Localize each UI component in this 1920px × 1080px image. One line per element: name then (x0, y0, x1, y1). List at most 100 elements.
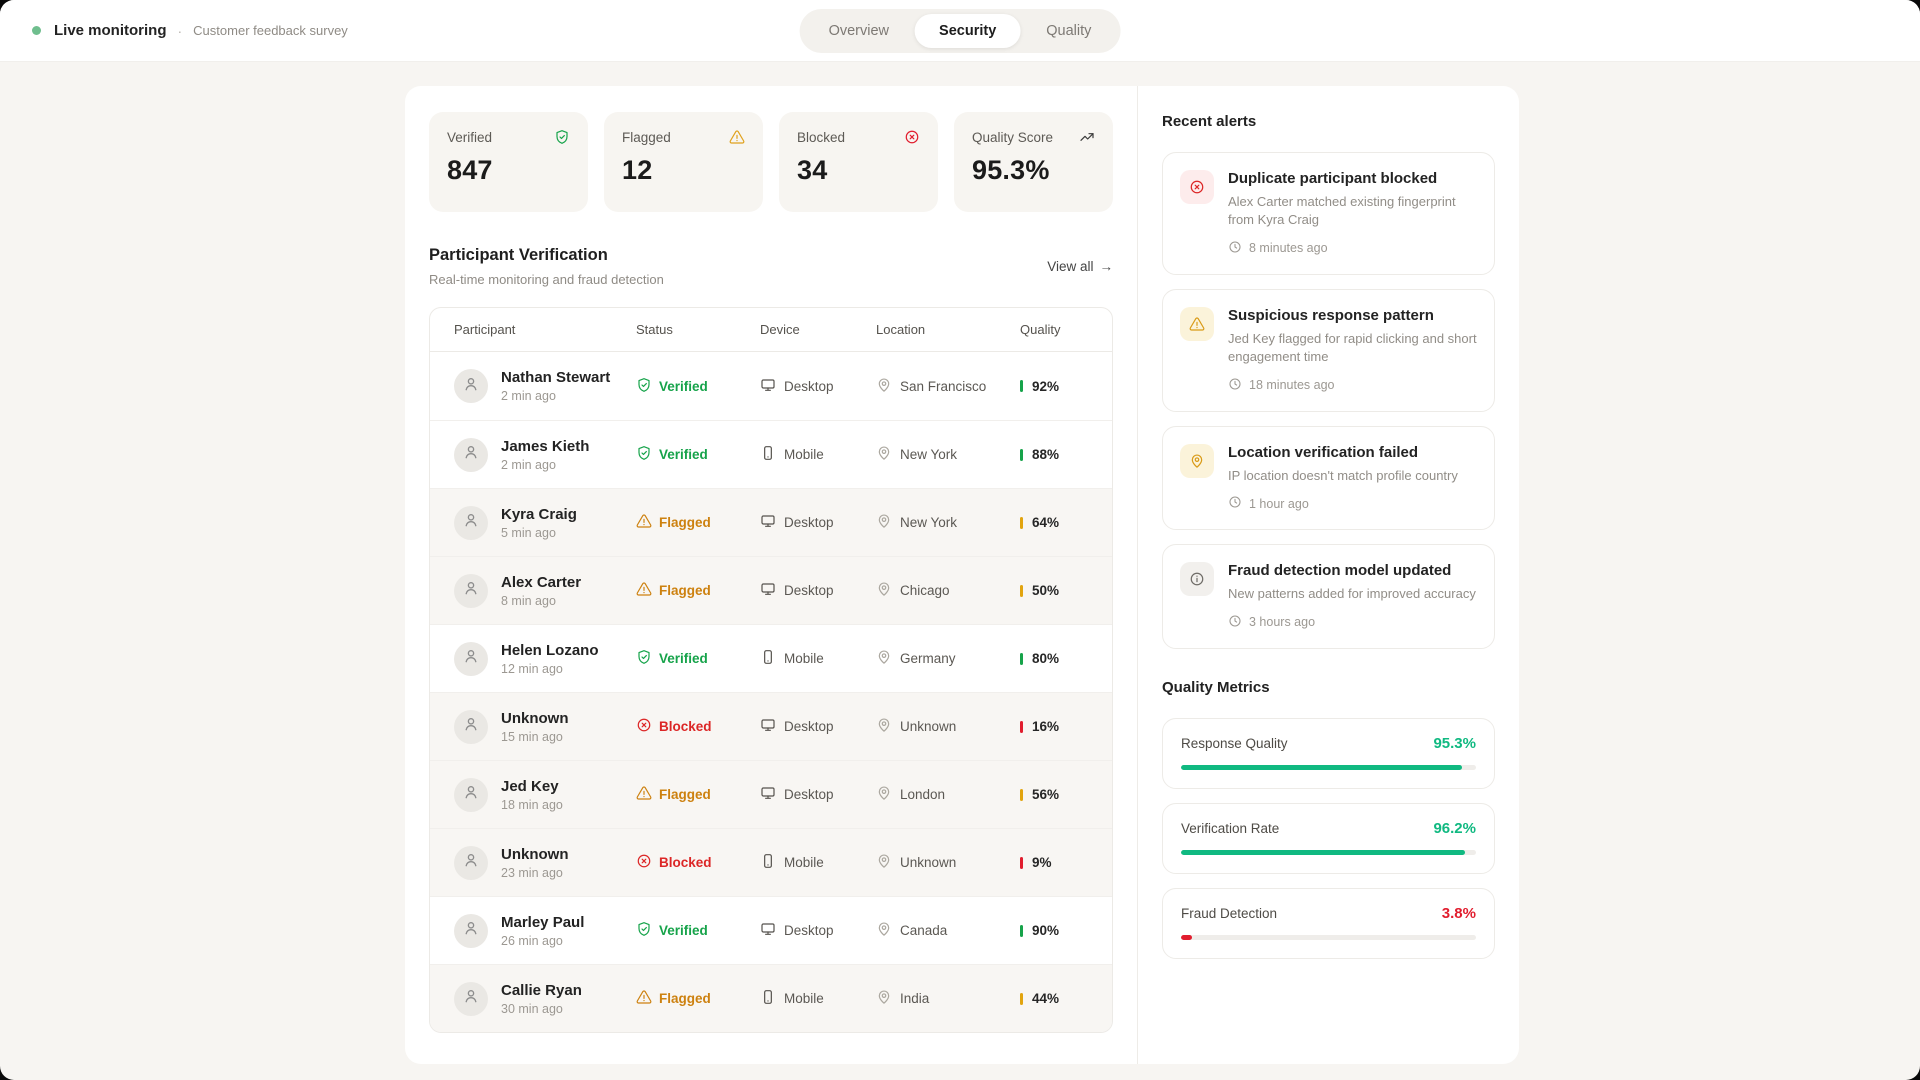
quality-cell: 50% (1020, 583, 1088, 598)
participant-table: Participant Status Device Location Quali… (429, 307, 1113, 1033)
user-icon (462, 579, 480, 602)
monitor-icon (760, 785, 776, 804)
shield-check-icon (636, 921, 652, 940)
status-badge: Flagged (636, 513, 760, 532)
topbar: Live monitoring · Customer feedback surv… (0, 0, 1920, 62)
avatar (454, 778, 488, 812)
shield-check-icon (636, 445, 652, 464)
device-cell: Mobile (760, 445, 876, 464)
alert-time: 1 hour ago (1228, 495, 1458, 512)
stat-card-verified: Verified 847 (429, 112, 588, 212)
participant-time: 30 min ago (501, 1002, 582, 1016)
alert-card[interactable]: Fraud detection model updated New patter… (1162, 544, 1495, 648)
breadcrumb-separator: · (178, 23, 183, 39)
location-cell: Unknown (876, 717, 1020, 736)
status-label: Flagged (659, 515, 711, 530)
quality-cell: 92% (1020, 379, 1088, 394)
table-row[interactable]: Nathan Stewart 2 min ago Verified Deskto… (430, 352, 1112, 420)
metric-progress-fill (1181, 765, 1462, 770)
shield-check-icon (554, 129, 570, 145)
col-header-device: Device (760, 322, 876, 337)
quality-cell: 16% (1020, 719, 1088, 734)
avatar (454, 574, 488, 608)
stat-label: Flagged (622, 130, 671, 145)
warning-triangle-icon (636, 513, 652, 532)
table-row[interactable]: James Kieth 2 min ago Verified Mobile Ne… (430, 420, 1112, 488)
stat-value: 95.3% (972, 155, 1095, 186)
participant-time: 18 min ago (501, 798, 563, 812)
tab-overview[interactable]: Overview (805, 14, 913, 48)
alert-card[interactable]: Duplicate participant blocked Alex Carte… (1162, 152, 1495, 275)
warning-triangle-icon (636, 989, 652, 1008)
live-status-dot (32, 26, 41, 35)
table-row[interactable]: Unknown 23 min ago Blocked Mobile Unknow… (430, 828, 1112, 896)
location-label: London (900, 787, 945, 802)
status-badge: Blocked (636, 717, 760, 736)
tab-group: OverviewSecurityQuality (800, 9, 1121, 53)
monitor-icon (760, 513, 776, 532)
app-window: Live monitoring · Customer feedback surv… (0, 0, 1920, 1080)
map-pin-icon (876, 921, 892, 940)
device-label: Desktop (784, 515, 834, 530)
metric-label: Response Quality (1181, 736, 1288, 751)
shield-check-icon (636, 649, 652, 668)
stat-label: Verified (447, 130, 492, 145)
device-cell: Desktop (760, 717, 876, 736)
stat-card-quality-score: Quality Score 95.3% (954, 112, 1113, 212)
col-header-location: Location (876, 322, 1020, 337)
participant-name: James Kieth (501, 438, 589, 455)
table-row[interactable]: Marley Paul 26 min ago Verified Desktop … (430, 896, 1112, 964)
location-label: Canada (900, 923, 947, 938)
warning-triangle-icon (729, 129, 745, 145)
section-header: Participant Verification Real-time monit… (429, 246, 1113, 287)
table-row[interactable]: Unknown 15 min ago Blocked Desktop Unkno… (430, 692, 1112, 760)
table-row[interactable]: Kyra Craig 5 min ago Flagged Desktop New… (430, 488, 1112, 556)
live-monitoring-label: Live monitoring (54, 22, 167, 39)
participant-name: Nathan Stewart (501, 369, 610, 386)
alert-description: Jed Key flagged for rapid clicking and s… (1228, 330, 1477, 367)
device-label: Desktop (784, 923, 834, 938)
col-header-status: Status (636, 322, 760, 337)
stat-value: 847 (447, 155, 570, 186)
sidebar: Recent alerts Duplicate participant bloc… (1138, 86, 1519, 1064)
status-label: Flagged (659, 583, 711, 598)
alert-description: Alex Carter matched existing fingerprint… (1228, 193, 1477, 230)
participant-time: 23 min ago (501, 866, 569, 880)
device-label: Mobile (784, 447, 824, 462)
quality-tick (1020, 789, 1023, 801)
table-row[interactable]: Callie Ryan 30 min ago Flagged Mobile In… (430, 964, 1112, 1032)
quality-cell: 80% (1020, 651, 1088, 666)
avatar (454, 506, 488, 540)
monitor-icon (760, 717, 776, 736)
metric-value: 96.2% (1433, 820, 1476, 837)
alert-time-label: 1 hour ago (1249, 497, 1309, 511)
table-body: Nathan Stewart 2 min ago Verified Deskto… (430, 352, 1112, 1032)
table-row[interactable]: Alex Carter 8 min ago Flagged Desktop Ch… (430, 556, 1112, 624)
table-row[interactable]: Helen Lozano 12 min ago Verified Mobile … (430, 624, 1112, 692)
stats-row: Verified 847 Flagged 12 Blocked 34 Quali… (429, 112, 1113, 212)
device-cell: Desktop (760, 921, 876, 940)
quality-tick (1020, 993, 1023, 1005)
smartphone-icon (760, 649, 776, 668)
table-row[interactable]: Jed Key 18 min ago Flagged Desktop Londo… (430, 760, 1112, 828)
metric-progress-track (1181, 850, 1476, 855)
status-badge: Verified (636, 445, 760, 464)
alert-time-label: 8 minutes ago (1249, 241, 1328, 255)
quality-tick (1020, 925, 1023, 937)
stat-value: 34 (797, 155, 920, 186)
alerts-list: Duplicate participant blocked Alex Carte… (1162, 152, 1495, 649)
tab-security[interactable]: Security (915, 14, 1020, 48)
device-cell: Desktop (760, 581, 876, 600)
quality-cell: 56% (1020, 787, 1088, 802)
user-icon (462, 375, 480, 398)
view-all-link[interactable]: View all→ (1047, 259, 1113, 274)
quality-cell: 44% (1020, 991, 1088, 1006)
location-cell: New York (876, 513, 1020, 532)
main-section: Verified 847 Flagged 12 Blocked 34 Quali… (405, 86, 1138, 1064)
alert-card[interactable]: Location verification failed IP location… (1162, 426, 1495, 530)
info-icon (1180, 562, 1214, 596)
stat-card-blocked: Blocked 34 (779, 112, 938, 212)
alert-card[interactable]: Suspicious response pattern Jed Key flag… (1162, 289, 1495, 412)
participant-name: Marley Paul (501, 914, 584, 931)
tab-quality[interactable]: Quality (1022, 14, 1115, 48)
